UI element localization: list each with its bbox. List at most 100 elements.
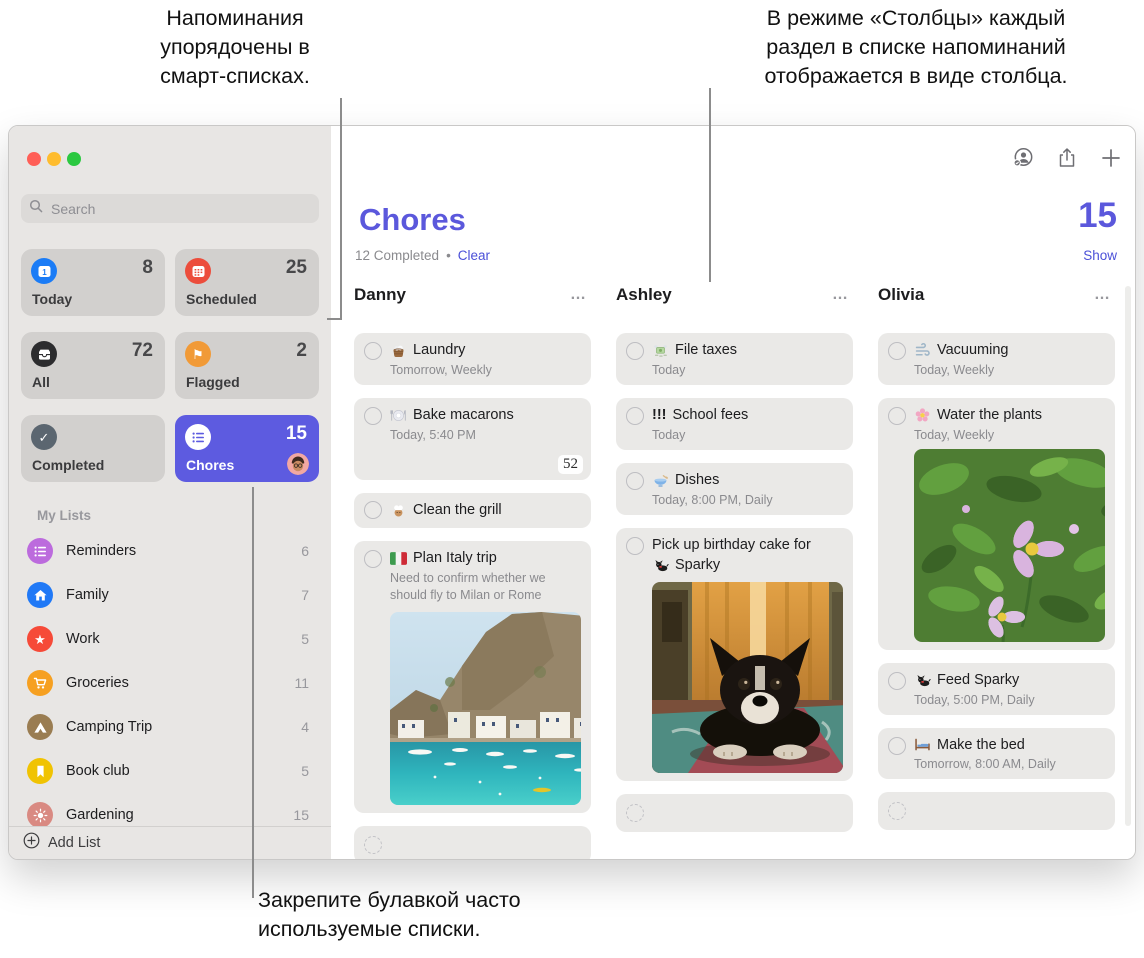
cart-icon (27, 670, 53, 696)
callout-line-text: Закрепите булавкой часто (258, 888, 521, 912)
clear-button[interactable]: Clear (458, 248, 490, 263)
task-card-water-the-plants[interactable]: Water the plants Today, Weekly (878, 397, 1115, 650)
sun-icon (27, 802, 53, 828)
add-reminder-icon[interactable] (1099, 146, 1123, 170)
plate-cutlery-emoji (390, 407, 407, 424)
task-card-make-the-bed[interactable]: Make the bed Tomorrow, 8:00 AM, Daily (878, 727, 1115, 780)
task-card-plan-italy-trip[interactable]: Plan Italy trip Need to confirm whether … (354, 540, 591, 813)
minimize-button[interactable] (47, 152, 61, 166)
task-card-dishes[interactable]: Dishes Today, 8:00 PM, Daily (616, 462, 853, 515)
task-card-school-fees[interactable]: !!! School fees Today (616, 397, 853, 450)
smart-list-all[interactable]: 72 All (21, 332, 165, 399)
task-detail: Today, Weekly (914, 427, 995, 442)
column-title: Ashley (616, 285, 672, 304)
task-checkbox[interactable] (888, 406, 906, 425)
list-label: Reminders (66, 543, 137, 559)
column-olivia: Olivia … Vacuuming Today, Weekly Water t… (878, 284, 1115, 843)
list-bullet-icon (185, 424, 211, 450)
my-lists: Reminders 6 Family 7 ★ Work 5 Groceries … (17, 529, 323, 828)
task-title: Plan Italy trip (413, 549, 497, 566)
svg-text:1: 1 (42, 268, 47, 277)
show-button[interactable]: Show (1083, 248, 1117, 263)
italy-coast-photo (390, 611, 581, 805)
task-checkbox[interactable] (626, 471, 644, 490)
my-lists-header: My Lists (37, 508, 92, 523)
callout-connector-line (327, 318, 342, 320)
task-checkbox[interactable] (888, 736, 906, 755)
task-card-feed-sparky[interactable]: Feed Sparky Today, 5:00 PM, Daily (878, 662, 1115, 715)
today-count: 8 (142, 257, 153, 278)
sidebar-item-family[interactable]: Family 7 (17, 573, 323, 617)
list-label: Gardening (66, 807, 134, 823)
task-checkbox[interactable] (626, 536, 644, 555)
sidebar-item-work[interactable]: ★ Work 5 (17, 617, 323, 661)
search-field[interactable] (21, 194, 319, 223)
task-checkbox[interactable] (364, 406, 382, 425)
smart-list-completed[interactable]: ✓ Completed (21, 415, 165, 482)
new-task-placeholder[interactable] (878, 792, 1115, 831)
attachment-thumbnail[interactable]: 52 (558, 454, 583, 474)
task-checkbox[interactable] (888, 342, 906, 360)
money-with-wings-emoji (652, 342, 669, 359)
task-checkbox[interactable] (626, 342, 644, 360)
task-card-file-taxes[interactable]: File taxes Today (616, 333, 853, 385)
chores-label: Chores (186, 457, 235, 473)
search-input[interactable] (49, 199, 311, 218)
bullet-separator: • (446, 248, 451, 263)
column-more-button[interactable]: … (832, 286, 853, 304)
completed-summary-row: 12 Completed • Clear (355, 248, 490, 263)
sidebar-item-book-club[interactable]: Book club 5 (17, 749, 323, 793)
smart-list-chores-selected[interactable]: 15 Chores (175, 415, 319, 482)
add-list-button[interactable]: Add List (9, 826, 331, 859)
task-card-bake-macarons[interactable]: Bake macarons Today, 5:40 PM 52 (354, 397, 591, 480)
task-checkbox[interactable] (626, 406, 644, 425)
list-count: 11 (294, 675, 309, 691)
cook-emoji (390, 502, 407, 519)
task-title: Vacuuming (937, 342, 1009, 358)
task-card-clean-the-grill[interactable]: Clean the grill (354, 492, 591, 528)
new-task-checkbox[interactable] (364, 835, 382, 854)
flowers-photo (914, 448, 1105, 642)
task-detail: Tomorrow, Weekly (390, 362, 492, 377)
task-card-laundry[interactable]: Laundry Tomorrow, Weekly (354, 333, 591, 385)
column-more-button[interactable]: … (570, 286, 591, 304)
task-title: Dishes (675, 471, 720, 488)
sidebar-item-reminders[interactable]: Reminders 6 (17, 529, 323, 573)
new-task-checkbox[interactable] (888, 802, 906, 821)
sidebar-item-gardening[interactable]: Gardening 15 (17, 793, 323, 828)
collaborate-icon[interactable] (1011, 146, 1035, 170)
task-title: Sparky (675, 557, 721, 574)
task-card-birthday-cake-sparky[interactable]: Pick up birthday cake for Sparky (616, 527, 853, 782)
share-icon[interactable] (1055, 146, 1079, 170)
zoom-button[interactable] (67, 152, 81, 166)
tray-icon (31, 341, 57, 367)
smart-list-scheduled[interactable]: 25 Scheduled (175, 249, 319, 316)
task-detail: Today (652, 362, 686, 377)
callout-line-text: Напоминания (166, 6, 304, 30)
new-task-placeholder[interactable] (616, 794, 853, 833)
callout-pin-lists: Закрепите булавкой часто используемые сп… (258, 886, 678, 944)
task-checkbox[interactable] (364, 501, 382, 520)
task-card-vacuuming[interactable]: Vacuuming Today, Weekly (878, 333, 1115, 385)
column-more-button[interactable]: … (1094, 286, 1115, 304)
task-checkbox[interactable] (888, 671, 906, 690)
list-count: 4 (301, 719, 309, 735)
reminders-window: 1 8 Today 25 Scheduled 72 All (8, 125, 1136, 860)
new-task-placeholder[interactable] (354, 825, 591, 859)
list-count: 15 (293, 807, 309, 823)
callout-connector-line (709, 88, 711, 282)
bowl-with-spoon-emoji (652, 472, 669, 489)
close-button[interactable] (27, 152, 41, 166)
task-checkbox[interactable] (364, 342, 382, 360)
scrollbar[interactable] (1125, 286, 1131, 826)
smart-list-flagged[interactable]: ⚑ 2 Flagged (175, 332, 319, 399)
calendar-grid-icon (185, 258, 211, 284)
new-task-checkbox[interactable] (626, 804, 644, 823)
sidebar-item-groceries[interactable]: Groceries 11 (17, 661, 323, 705)
task-checkbox[interactable] (364, 549, 382, 568)
sidebar-item-camping-trip[interactable]: Camping Trip 4 (17, 705, 323, 749)
task-detail: Tomorrow, 8:00 AM, Daily (914, 757, 1056, 772)
smart-list-today[interactable]: 1 8 Today (21, 249, 165, 316)
list-bullet-icon (27, 538, 53, 564)
task-title: Feed Sparky (937, 671, 1020, 688)
